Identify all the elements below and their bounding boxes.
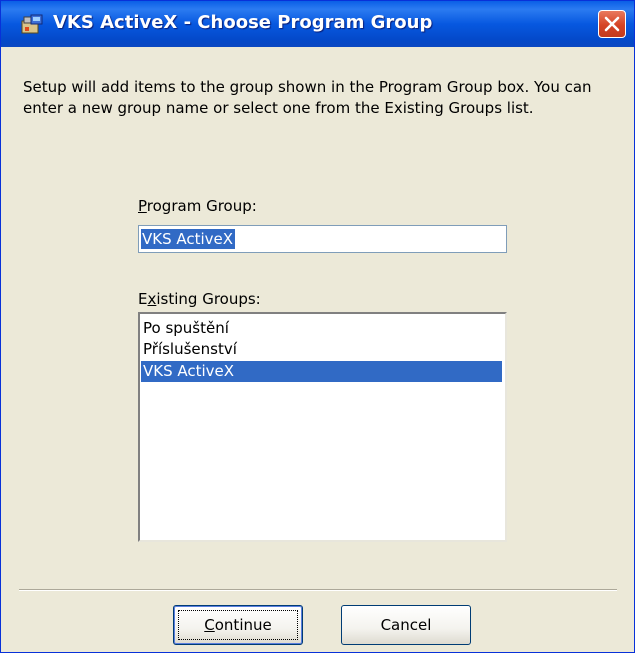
close-button[interactable]: [598, 10, 626, 38]
title-bar[interactable]: VKS ActiveX - Choose Program Group: [1, 1, 634, 47]
list-item-selected[interactable]: VKS ActiveX: [141, 361, 502, 382]
separator-highlight: [19, 590, 617, 591]
installer-icon: [19, 13, 45, 37]
existing-groups-label: Existing Groups:: [138, 290, 261, 308]
program-group-label: Program Group:: [138, 197, 257, 215]
list-item[interactable]: Příslušenství: [141, 339, 502, 360]
cancel-button[interactable]: Cancel: [341, 605, 471, 645]
close-icon: [604, 16, 620, 32]
window-title: VKS ActiveX - Choose Program Group: [53, 12, 433, 33]
program-group-value: VKS ActiveX: [141, 229, 236, 249]
continue-button[interactable]: Continue: [173, 605, 303, 645]
list-item[interactable]: Po spuštění: [141, 318, 502, 339]
setup-dialog-window: VKS ActiveX - Choose Program Group Setup…: [0, 0, 635, 653]
program-group-input[interactable]: VKS ActiveX: [138, 225, 507, 253]
existing-groups-listbox[interactable]: Po spuštění Příslušenství VKS ActiveX: [138, 312, 507, 542]
intro-text: Setup will add items to the group shown …: [23, 78, 592, 117]
